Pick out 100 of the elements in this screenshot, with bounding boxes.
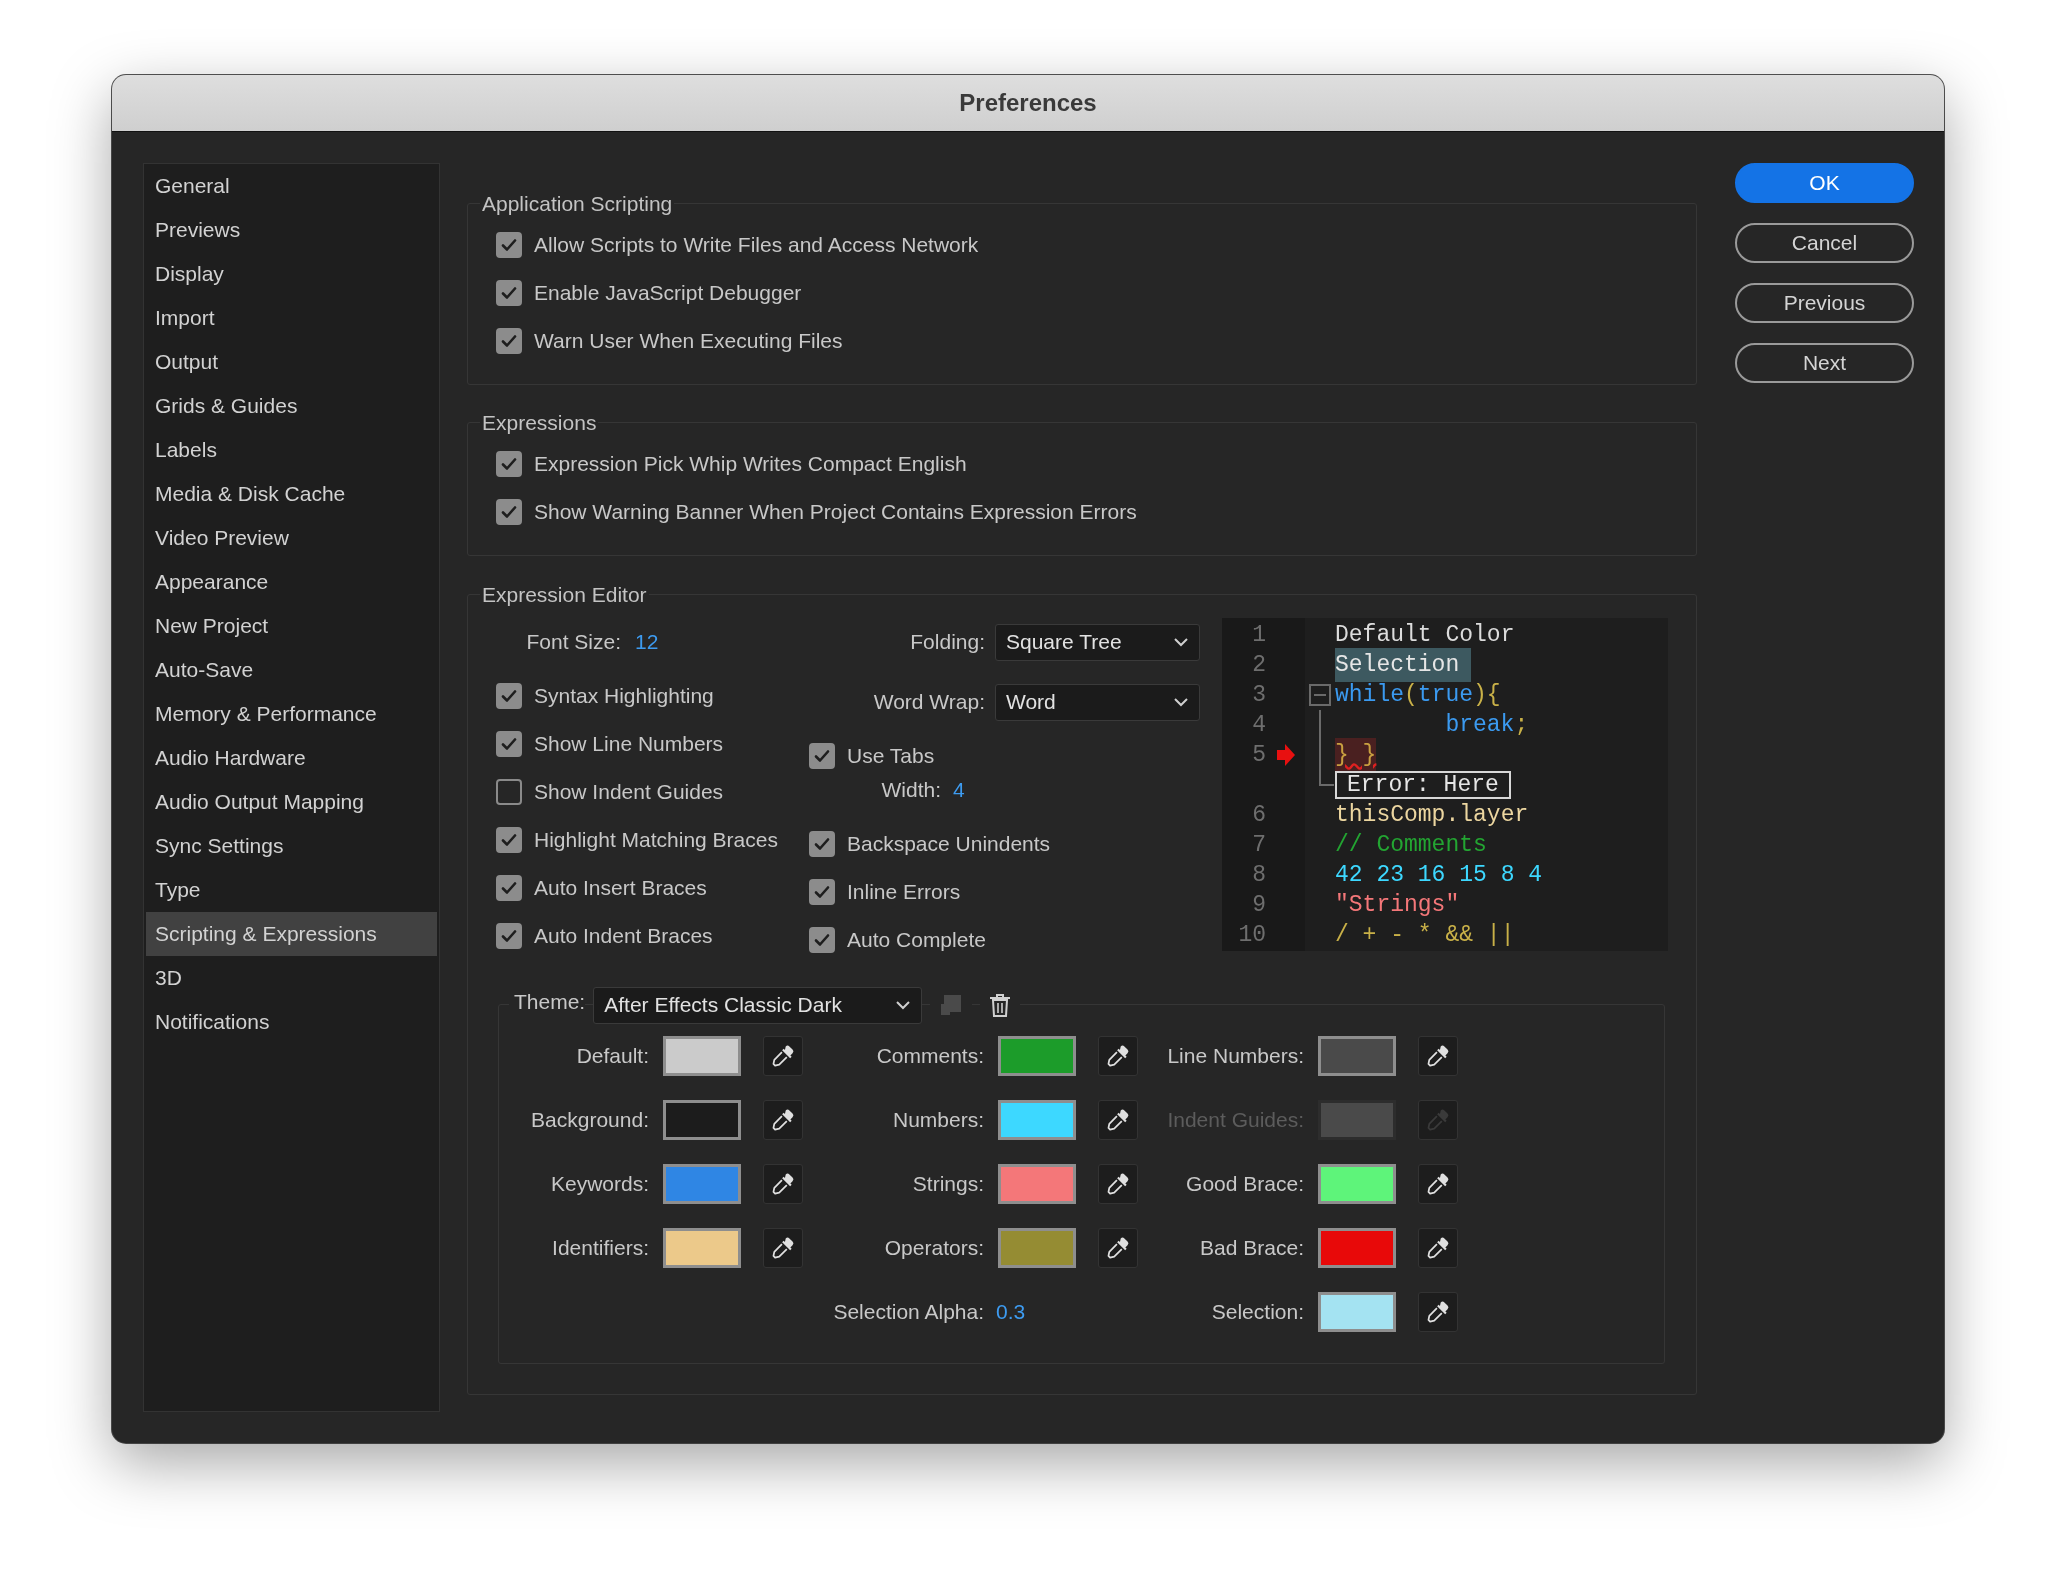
eyedropper-button[interactable]: [1418, 1164, 1458, 1204]
dialog-button[interactable]: Previous: [1735, 283, 1914, 323]
color-label: Selection Alpha:: [832, 1299, 984, 1326]
sidebar-item[interactable]: Audio Output Mapping: [146, 780, 437, 824]
check-icon: [500, 831, 518, 849]
sidebar-item[interactable]: Auto-Save: [146, 648, 437, 692]
dialog-button[interactable]: Cancel: [1735, 223, 1914, 263]
line-number: 4: [1251, 710, 1266, 740]
sidebar-item[interactable]: Sync Settings: [146, 824, 437, 868]
sidebar-item[interactable]: Video Preview: [146, 516, 437, 560]
value-field[interactable]: 0.3: [996, 1296, 1026, 1328]
eyedropper-button[interactable]: [1418, 1292, 1458, 1332]
checkbox[interactable]: [809, 927, 835, 953]
color-swatch[interactable]: [1318, 1228, 1396, 1268]
code-comment: // Comments: [1335, 830, 1487, 860]
dropdown[interactable]: After Effects Classic Dark: [593, 986, 923, 1024]
code-operator: ){: [1473, 680, 1501, 710]
eyedropper-button[interactable]: [763, 1036, 803, 1076]
sidebar-item[interactable]: Output: [146, 340, 437, 384]
checkbox-label: Show Line Numbers: [534, 731, 724, 758]
checkbox[interactable]: [496, 328, 522, 354]
value-field[interactable]: 12: [635, 626, 659, 658]
sidebar-item[interactable]: Display: [146, 252, 437, 296]
fold-icon: [1309, 684, 1331, 706]
sidebar-item[interactable]: Previews: [146, 208, 437, 252]
eyedropper-icon: [1425, 1299, 1451, 1325]
color-label: Line Numbers:: [1166, 1043, 1304, 1070]
checkbox[interactable]: [496, 499, 522, 525]
eyedropper-button[interactable]: [763, 1228, 803, 1268]
eyedropper-icon: [1105, 1043, 1131, 1069]
color-label: Background:: [530, 1107, 649, 1134]
color-swatch[interactable]: [998, 1036, 1076, 1076]
line-number: 8: [1251, 860, 1266, 890]
checkbox[interactable]: [496, 923, 522, 949]
eyedropper-button[interactable]: [1098, 1100, 1138, 1140]
checkbox[interactable]: [496, 232, 522, 258]
field-label: Folding:: [909, 629, 985, 656]
value-field[interactable]: 4: [953, 774, 965, 806]
sidebar-item[interactable]: Labels: [146, 428, 437, 472]
checkbox[interactable]: [496, 683, 522, 709]
sidebar-item[interactable]: New Project: [146, 604, 437, 648]
eyedropper-icon: [1425, 1107, 1451, 1133]
eyedropper-icon: [1425, 1235, 1451, 1261]
ok-button[interactable]: OK: [1735, 163, 1914, 203]
color-swatch[interactable]: [998, 1164, 1076, 1204]
checkbox[interactable]: [809, 743, 835, 769]
line-number: 6: [1251, 800, 1266, 830]
eyedropper-button[interactable]: [1098, 1228, 1138, 1268]
color-label: Good Brace:: [1185, 1171, 1304, 1198]
checkbox[interactable]: [496, 451, 522, 477]
color-swatch[interactable]: [663, 1228, 741, 1268]
checkbox[interactable]: [496, 875, 522, 901]
color-swatch[interactable]: [998, 1228, 1076, 1268]
color-swatch[interactable]: [998, 1100, 1076, 1140]
checkbox[interactable]: [496, 731, 522, 757]
code-string: "Strings": [1335, 890, 1460, 920]
code-operator: ;: [1514, 710, 1529, 740]
eyedropper-button[interactable]: [763, 1164, 803, 1204]
color-swatch[interactable]: [663, 1036, 741, 1076]
sidebar-item[interactable]: Type: [146, 868, 437, 912]
checkbox[interactable]: [496, 280, 522, 306]
color-swatch[interactable]: [663, 1100, 741, 1140]
sidebar-item[interactable]: Audio Hardware: [146, 736, 437, 780]
sidebar-item[interactable]: Media & Disk Cache: [146, 472, 437, 516]
eyedropper-button[interactable]: [1098, 1036, 1138, 1076]
sidebar-item[interactable]: Scripting & Expressions: [146, 912, 437, 956]
check-icon: [500, 687, 518, 705]
error-arrow-icon: [1276, 744, 1295, 766]
line-number: 2: [1251, 650, 1266, 680]
color-swatch[interactable]: [1318, 1164, 1396, 1204]
check-icon: [813, 835, 831, 853]
sidebar-item[interactable]: Import: [146, 296, 437, 340]
dialog-button[interactable]: Next: [1735, 343, 1914, 383]
eyedropper-icon: [770, 1043, 796, 1069]
color-swatch[interactable]: [1318, 1036, 1396, 1076]
sidebar-item[interactable]: 3D: [146, 956, 437, 1000]
checkbox-label: Use Tabs: [847, 743, 935, 770]
checkbox[interactable]: [496, 779, 522, 805]
eyedropper-button[interactable]: [1098, 1164, 1138, 1204]
sidebar-item[interactable]: Memory & Performance: [146, 692, 437, 736]
sidebar-item[interactable]: Grids & Guides: [146, 384, 437, 428]
eyedropper-button[interactable]: [1418, 1228, 1458, 1268]
line-number: 5: [1251, 740, 1266, 770]
trash-icon[interactable]: [988, 992, 1013, 1018]
color-swatch[interactable]: [663, 1164, 741, 1204]
color-label: Bad Brace:: [1199, 1235, 1304, 1262]
color-swatch[interactable]: [1318, 1292, 1396, 1332]
checkbox-label: Expression Pick Whip Writes Compact English: [534, 451, 967, 478]
sidebar-item[interactable]: General: [146, 164, 437, 208]
sidebar-item[interactable]: Notifications: [146, 1000, 437, 1044]
eyedropper-button[interactable]: [763, 1100, 803, 1140]
check-icon: [500, 284, 518, 302]
eyedropper-button[interactable]: [1418, 1036, 1458, 1076]
dropdown[interactable]: Square Tree: [995, 623, 1200, 661]
checkbox[interactable]: [809, 831, 835, 857]
dropdown[interactable]: Word: [995, 683, 1200, 721]
checkbox-label: Show Warning Banner When Project Contains Expression Errors: [534, 499, 1137, 526]
checkbox[interactable]: [496, 827, 522, 853]
sidebar-item[interactable]: Appearance: [146, 560, 437, 604]
checkbox[interactable]: [809, 879, 835, 905]
